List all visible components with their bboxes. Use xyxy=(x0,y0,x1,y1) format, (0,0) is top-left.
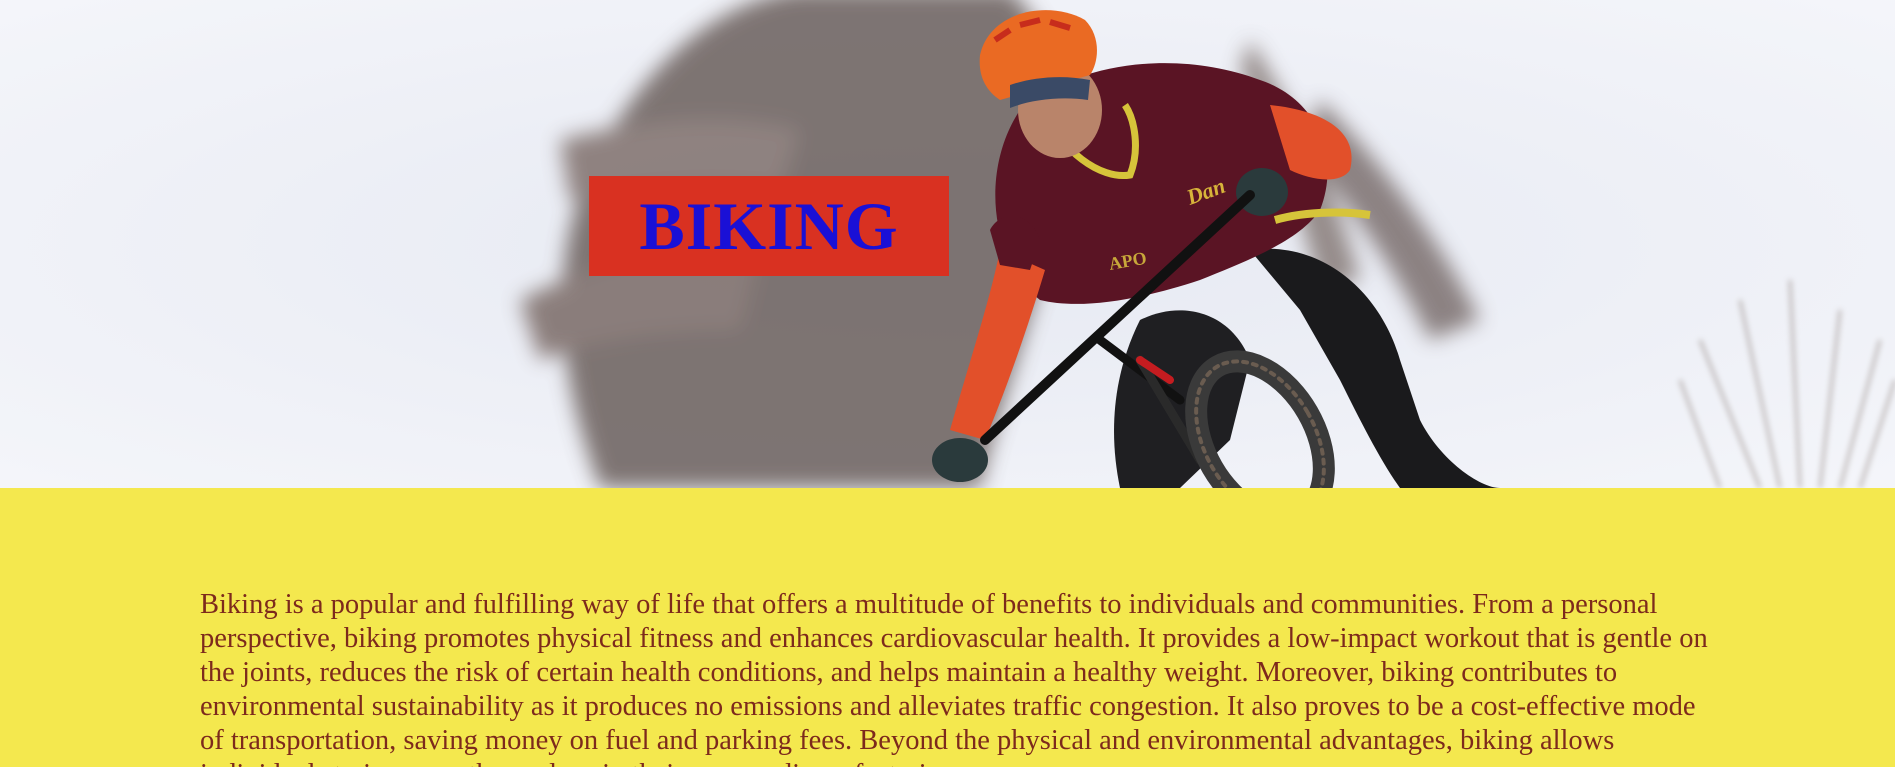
page-title: BIKING xyxy=(639,188,899,264)
content-section: Biking is a popular and fulfilling way o… xyxy=(0,488,1895,767)
hero-banner: Dan APO BIKING xyxy=(0,0,1895,488)
title-banner: BIKING xyxy=(589,176,949,276)
body-paragraph: Biking is a popular and fulfilling way o… xyxy=(200,589,1708,767)
